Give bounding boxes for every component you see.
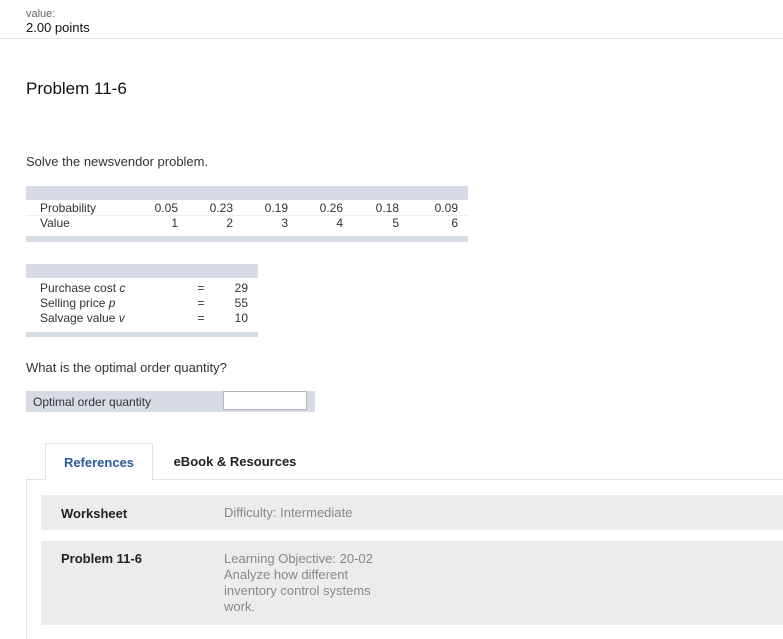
value-points: 2.00 points bbox=[26, 20, 90, 35]
prob-cell: 0.09 bbox=[434, 201, 458, 215]
value-row-label: Value bbox=[40, 216, 70, 230]
optimal-order-quantity-input[interactable] bbox=[223, 391, 307, 410]
learning-objective-line: inventory control systems bbox=[224, 583, 371, 598]
value-label: value: bbox=[26, 8, 56, 20]
prob-cell: 0.05 bbox=[154, 201, 178, 215]
problem-instruction: Solve the newsvendor problem. bbox=[26, 154, 209, 169]
prob-table-footer-bar bbox=[26, 236, 468, 242]
tab-ebook-resources[interactable]: eBook & Resources bbox=[155, 443, 315, 480]
reference-title: Worksheet bbox=[61, 506, 128, 521]
question-text: What is the optimal order quantity? bbox=[26, 360, 227, 375]
reference-row bbox=[41, 495, 783, 530]
difficulty-text: Difficulty: Intermediate bbox=[224, 505, 353, 520]
value-cell: 1 bbox=[171, 216, 178, 230]
purchase-cost-value: 29 bbox=[234, 281, 248, 295]
prob-cell: 0.19 bbox=[264, 201, 288, 215]
value-cell: 5 bbox=[392, 216, 399, 230]
equals-sign: = bbox=[197, 296, 205, 310]
value-cell: 6 bbox=[451, 216, 458, 230]
tab-references[interactable]: References bbox=[45, 443, 153, 480]
value-cell: 2 bbox=[226, 216, 233, 230]
cost-table-header-bar bbox=[26, 264, 258, 278]
equals-sign: = bbox=[197, 311, 205, 325]
learning-objective-line: Learning Objective: 20-02 bbox=[224, 551, 373, 566]
cost-table-footer-bar bbox=[26, 332, 258, 337]
prob-cell: 0.23 bbox=[209, 201, 233, 215]
selling-price-value: 55 bbox=[234, 296, 248, 310]
learning-objective-line: Analyze how different bbox=[224, 567, 349, 582]
reference-row bbox=[41, 541, 783, 625]
prob-row-label: Probability bbox=[40, 201, 97, 215]
prob-table-row-divider bbox=[26, 215, 468, 216]
prob-table-header-bar bbox=[26, 186, 468, 200]
header-divider bbox=[0, 38, 783, 39]
value-cell: 3 bbox=[281, 216, 288, 230]
learning-objective-text: Learning Objective: 20-02 Analyze how di… bbox=[224, 551, 373, 615]
reference-title: Problem 11-6 bbox=[61, 551, 142, 566]
value-cell: 4 bbox=[336, 216, 343, 230]
purchase-cost-label: Purchase cost c bbox=[40, 281, 126, 295]
learning-objective-line: work. bbox=[224, 599, 256, 614]
answer-label: Optimal order quantity bbox=[33, 395, 152, 409]
salvage-value-value: 10 bbox=[234, 311, 248, 325]
selling-price-label: Selling price p bbox=[40, 296, 116, 310]
salvage-value-label: Salvage value v bbox=[40, 311, 125, 325]
problem-title: Problem 11-6 bbox=[26, 79, 127, 98]
prob-cell: 0.26 bbox=[319, 201, 343, 215]
equals-sign: = bbox=[197, 281, 205, 295]
prob-cell: 0.18 bbox=[375, 201, 399, 215]
